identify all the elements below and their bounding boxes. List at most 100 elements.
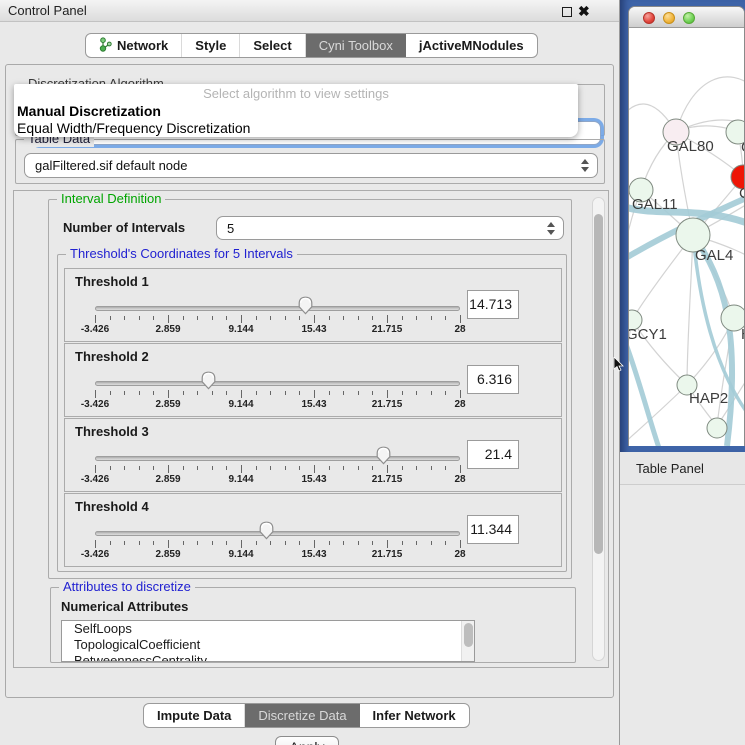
zoom-traffic-light-icon[interactable] [683, 12, 695, 24]
numerical-attributes-label: Numerical Attributes [61, 599, 188, 614]
tick-mark [329, 466, 330, 470]
tick-label: 15.43 [301, 399, 326, 410]
list-item[interactable]: TopologicalCoefficient [62, 637, 474, 653]
tick-label: -3.426 [81, 549, 109, 560]
tick-label: 15.43 [301, 474, 326, 485]
tick-mark [183, 466, 184, 470]
tick-mark [168, 465, 169, 473]
network-node-label: G [741, 139, 745, 156]
number-of-intervals-select[interactable]: 5 [216, 216, 564, 240]
threshold-value-field[interactable]: 14.713 [467, 290, 519, 319]
tick-mark [95, 390, 96, 398]
slider-ticks [95, 390, 460, 399]
tick-mark [285, 391, 286, 395]
slider-thumb[interactable] [201, 371, 216, 390]
tick-mark [168, 540, 169, 548]
network-window-titlebar [629, 7, 744, 28]
network-node[interactable] [707, 418, 727, 438]
network-edge [687, 235, 693, 385]
tick-mark [387, 540, 388, 548]
tab-network[interactable]: Network [86, 34, 182, 57]
tick-mark [124, 466, 125, 470]
dropdown-placeholder-option[interactable]: Select algorithm to view settings [14, 84, 578, 103]
tick-label: 21.715 [372, 474, 403, 485]
tick-mark [402, 541, 403, 545]
thresholds-group-label: Threshold's Coordinates for 5 Intervals [66, 246, 297, 262]
tick-mark [241, 540, 242, 548]
tick-mark [372, 466, 373, 470]
tick-mark [270, 391, 271, 395]
slider-thumb[interactable] [376, 446, 391, 465]
tab-jactivemnodules[interactable]: jActiveMNodules [406, 34, 537, 57]
tab-infer-network[interactable]: Infer Network [360, 704, 469, 727]
slider-thumb[interactable] [259, 521, 274, 540]
slider-track[interactable] [95, 306, 460, 311]
network-node-label: H [741, 326, 745, 343]
tick-mark [431, 466, 432, 470]
tick-mark [372, 391, 373, 395]
dropdown-option-equal-width-frequency[interactable]: Equal Width/Frequency Discretization [14, 120, 578, 137]
dropdown-option-manual-discretization[interactable]: Manual Discretization [14, 103, 578, 120]
cyni-toolbox-panel: Discretization Algorithm Table Data galF… [5, 64, 614, 698]
slider-thumb[interactable] [298, 296, 313, 315]
tick-mark [299, 541, 300, 545]
tab-label: Style [195, 38, 226, 53]
tab-label: Infer Network [373, 708, 456, 723]
tick-mark [329, 541, 330, 545]
tick-mark [212, 316, 213, 320]
number-of-intervals-label: Number of Intervals [63, 220, 185, 235]
tick-mark [387, 390, 388, 398]
tick-mark [402, 316, 403, 320]
tick-mark [299, 391, 300, 395]
slider-track[interactable] [95, 531, 460, 536]
tab-label: jActiveMNodules [419, 38, 524, 53]
tick-mark [270, 466, 271, 470]
tab-select[interactable]: Select [240, 34, 305, 57]
apply-button[interactable]: Apply [275, 736, 339, 745]
threshold-value-field[interactable]: 21.4 [467, 440, 519, 469]
tick-mark [343, 541, 344, 545]
network-canvas[interactable]: GAL80GGAL11CGAL4GCY1HHAP2 [629, 28, 745, 446]
tick-mark [212, 391, 213, 395]
close-traffic-light-icon[interactable] [643, 12, 655, 24]
network-edge-thick [629, 336, 659, 446]
numerical-attributes-list[interactable]: SelfLoopsTopologicalCoefficientBetweenne… [61, 620, 475, 662]
tick-mark [372, 316, 373, 320]
slider-track[interactable] [95, 381, 460, 386]
mouse-cursor [613, 357, 625, 373]
minimize-traffic-light-icon[interactable] [663, 12, 675, 24]
tick-mark [460, 465, 461, 473]
tab-cyni-toolbox[interactable]: Cyni Toolbox [306, 34, 406, 57]
tick-mark [153, 391, 154, 395]
float-window-icon[interactable] [562, 7, 572, 17]
panel-scrollbar[interactable] [592, 197, 605, 661]
tick-mark [226, 391, 227, 395]
network-node-label: GCY1 [629, 326, 667, 343]
list-item[interactable]: SelfLoops [62, 621, 474, 637]
tick-mark [153, 316, 154, 320]
threshold-value-field[interactable]: 6.316 [467, 365, 519, 394]
list-scrollbar[interactable] [461, 621, 474, 661]
tick-mark [460, 540, 461, 548]
control-panel-titlebar: Control Panel ✖ [0, 0, 619, 22]
tick-label: 21.715 [372, 549, 403, 560]
tick-mark [343, 391, 344, 395]
table-data-select[interactable]: galFiltered.sif default node [24, 153, 598, 178]
tick-label: -3.426 [81, 399, 109, 410]
tick-mark [197, 541, 198, 545]
tab-impute-data[interactable]: Impute Data [144, 704, 245, 727]
list-item[interactable]: BetweennessCentrality [62, 653, 474, 662]
tick-label: 2.859 [155, 474, 180, 485]
network-node-label: HAP2 [689, 390, 728, 407]
discretization-settings-panel: Interval Definition Number of Intervals … [13, 190, 609, 668]
tab-style[interactable]: Style [182, 34, 240, 57]
combo-stepper-icon [580, 158, 589, 173]
tab-discretize-data[interactable]: Discretize Data [245, 704, 359, 727]
close-icon[interactable]: ✖ [578, 2, 590, 20]
top-tab-bar: Network Style SelectCyni Toolbox jActiveMNo… [85, 33, 538, 58]
tick-mark [256, 466, 257, 470]
threshold-value-field[interactable]: 11.344 [467, 515, 519, 544]
slider-track[interactable] [95, 456, 460, 461]
tick-mark [416, 541, 417, 545]
tick-mark [285, 316, 286, 320]
